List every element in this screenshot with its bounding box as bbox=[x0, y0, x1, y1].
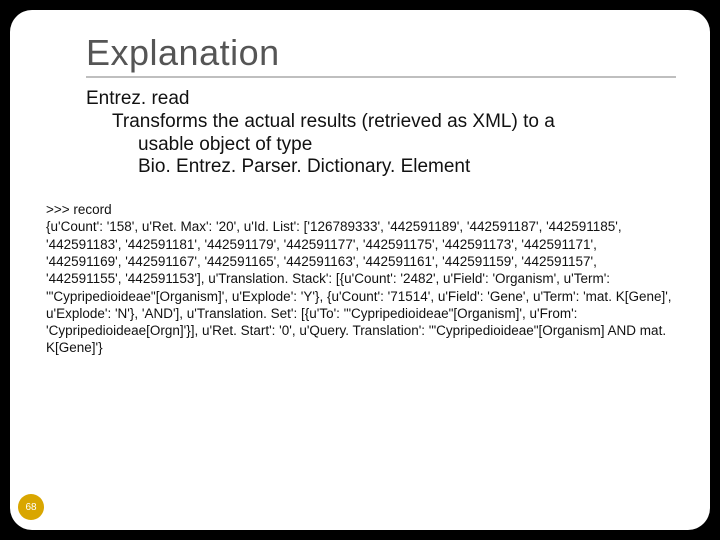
desc-line-2a: usable object of type bbox=[112, 134, 674, 157]
title-rule bbox=[86, 76, 676, 78]
description-body: Transforms the actual results (retrieved… bbox=[86, 111, 674, 179]
desc-line-1: Transforms the actual results (retrieved… bbox=[112, 111, 555, 132]
repl-prompt-line: >>> record bbox=[46, 201, 674, 218]
page-number-badge: 68 bbox=[18, 494, 44, 520]
slide: Explanation Entrez. read Transforms the … bbox=[10, 10, 710, 530]
record-output: {u'Count': '158', u'Ret. Max': '20', u'I… bbox=[46, 218, 674, 356]
desc-line-2b: Bio. Entrez. Parser. Dictionary. Element bbox=[112, 156, 674, 179]
function-name: Entrez. read bbox=[86, 88, 674, 111]
description-block: Entrez. read Transforms the actual resul… bbox=[86, 88, 674, 179]
page-number: 68 bbox=[25, 502, 36, 513]
code-block: >>> record {u'Count': '158', u'Ret. Max'… bbox=[46, 201, 674, 356]
slide-title: Explanation bbox=[86, 32, 674, 74]
